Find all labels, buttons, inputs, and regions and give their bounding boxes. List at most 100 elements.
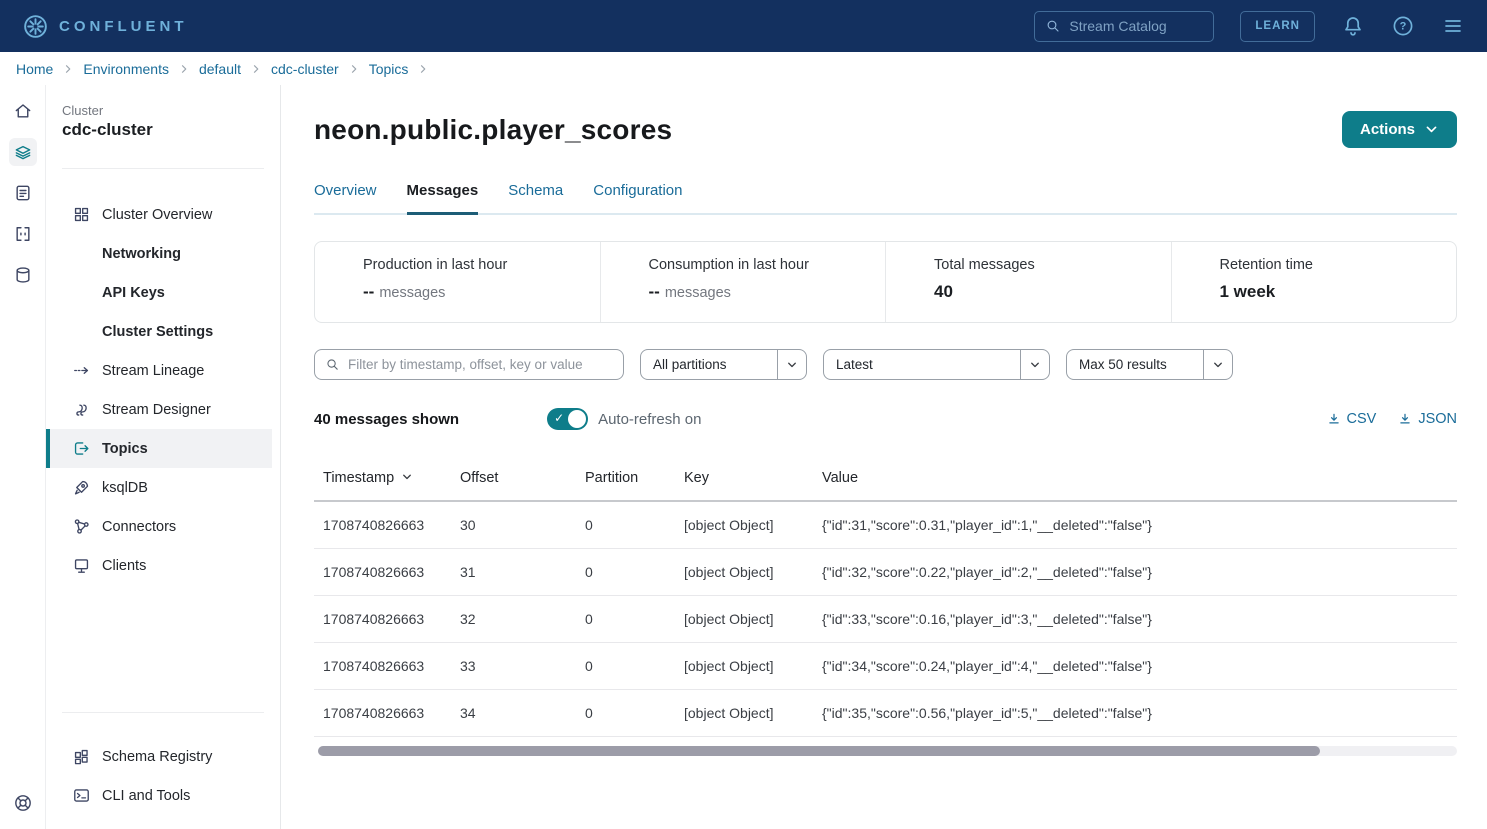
stat-value: --messages [649, 282, 876, 302]
learn-button[interactable]: LEARN [1240, 11, 1315, 42]
cell-timestamp: 1708740826663 [314, 642, 451, 689]
cell-value: {"id":34,"score":0.24,"player_id":4,"__d… [813, 642, 1457, 689]
table-row: 1708740826663300[object Object]{"id":31,… [314, 501, 1457, 548]
cell-value: {"id":31,"score":0.31,"player_id":1,"__d… [813, 501, 1457, 548]
column-header-timestamp[interactable]: Timestamp [314, 458, 451, 501]
tab-overview[interactable]: Overview [314, 182, 377, 215]
home-icon [13, 101, 33, 121]
check-icon: ✓ [554, 411, 564, 425]
horizontal-scrollbar-thumb[interactable] [318, 746, 1320, 756]
tab-schema[interactable]: Schema [508, 182, 563, 215]
sidebar-item-label: Cluster Overview [102, 207, 212, 223]
actions-button[interactable]: Actions [1342, 111, 1457, 148]
tab-configuration[interactable]: Configuration [593, 182, 682, 215]
message-filter-search[interactable] [314, 349, 624, 380]
sidebar-item-cluster-overview[interactable]: Cluster Overview [46, 195, 272, 234]
topic-tabs: Overview Messages Schema Configuration [314, 182, 1457, 215]
table-row: 1708740826663340[object Object]{"id":35,… [314, 689, 1457, 736]
rail-item-globe[interactable] [9, 789, 37, 817]
svg-text:?: ? [1400, 21, 1407, 33]
stat-label: Total messages [934, 257, 1161, 273]
breadcrumb: Home Environments default cdc-cluster Topics [0, 52, 1487, 85]
help-icon[interactable]: ? [1391, 14, 1415, 38]
stream-catalog-search[interactable] [1034, 11, 1214, 42]
environments-layers-icon [13, 142, 33, 162]
breadcrumb-link-home[interactable]: Home [16, 61, 53, 77]
breadcrumb-link-topics[interactable]: Topics [369, 61, 409, 77]
stat-value: --messages [363, 282, 590, 302]
sidebar-item-cli-and-tools[interactable]: CLI and Tools [46, 776, 272, 815]
column-header-key: Key [675, 458, 813, 501]
stream-catalog-input[interactable] [1069, 18, 1189, 34]
table-row: 1708740826663320[object Object]{"id":33,… [314, 595, 1457, 642]
connectors-icon [72, 517, 91, 536]
sidebar-item-ksqldb[interactable]: ksqlDB [46, 468, 272, 507]
rail-item-database[interactable] [9, 261, 37, 289]
horizontal-scrollbar-track[interactable] [318, 746, 1457, 756]
sidebar-item-networking[interactable]: Networking [46, 234, 272, 273]
sidebar-item-stream-lineage[interactable]: Stream Lineage [46, 351, 272, 390]
chevron-down-icon [1424, 122, 1439, 137]
sidebar-item-label: Stream Lineage [102, 363, 204, 379]
sidebar: Cluster cdc-cluster Cluster OverviewNetw… [46, 85, 281, 829]
column-header-value: Value [813, 458, 1457, 501]
sidebar-footer: Schema Registry CLI and Tools [46, 684, 280, 829]
offset-select[interactable]: Latest [823, 349, 1050, 380]
rail-item-document[interactable] [9, 179, 37, 207]
auto-refresh-toggle[interactable]: ✓ [547, 408, 588, 430]
breadcrumb-link-default[interactable]: default [199, 61, 241, 77]
cell-value: {"id":32,"score":0.22,"player_id":2,"__d… [813, 548, 1457, 595]
sidebar-item-connectors[interactable]: Connectors [46, 507, 272, 546]
rail-item-brackets[interactable] [9, 220, 37, 248]
tab-messages[interactable]: Messages [407, 182, 479, 215]
document-icon [13, 183, 33, 203]
chevron-down-icon [1212, 359, 1224, 371]
bell-icon[interactable] [1341, 14, 1365, 38]
download-json-link[interactable]: JSON [1398, 411, 1457, 427]
rail-item-home[interactable] [9, 97, 37, 125]
ksqldb-icon [72, 478, 91, 497]
cell-offset: 34 [451, 689, 576, 736]
breadcrumb-link-cdc-cluster[interactable]: cdc-cluster [271, 61, 339, 77]
sidebar-menu: Cluster Overview NetworkingAPI KeysCluste… [46, 195, 280, 585]
sidebar-item-cluster-settings[interactable]: Cluster Settings [46, 312, 272, 351]
cell-partition: 0 [576, 689, 675, 736]
cell-key: [object Object] [675, 548, 813, 595]
chevron-right-icon [417, 63, 429, 75]
chevron-down-icon [401, 471, 413, 483]
chevron-down-icon [1029, 359, 1041, 371]
cell-timestamp: 1708740826663 [314, 689, 451, 736]
clients-icon [72, 556, 91, 575]
rail-item-environments-layers[interactable] [9, 138, 37, 166]
stat-consumption-in-last-hour: Consumption in last hour--messages [600, 242, 886, 322]
hamburger-menu-icon[interactable] [1441, 14, 1465, 38]
sidebar-item-schema-registry[interactable]: Schema Registry [46, 737, 272, 776]
stat-total-messages: Total messages 40 [885, 242, 1171, 322]
chevron-right-icon [250, 63, 262, 75]
sidebar-divider [62, 168, 264, 169]
sidebar-item-label: ksqlDB [102, 480, 148, 496]
messages-toolbar: 40 messages shown ✓ Auto-refresh on CSV … [314, 408, 1457, 430]
breadcrumb-link-environments[interactable]: Environments [83, 61, 169, 77]
stat-suffix: messages [665, 285, 731, 301]
sidebar-footer-divider [62, 712, 264, 713]
sidebar-item-topics[interactable]: Topics [46, 429, 272, 468]
sidebar-item-clients[interactable]: Clients [46, 546, 272, 585]
limit-select[interactable]: Max 50 results [1066, 349, 1233, 380]
sidebar-item-label: Schema Registry [102, 749, 212, 765]
message-filter-input[interactable] [348, 357, 613, 372]
partition-select[interactable]: All partitions [640, 349, 807, 380]
sidebar-item-api-keys[interactable]: API Keys [46, 273, 272, 312]
cell-timestamp: 1708740826663 [314, 595, 451, 642]
database-icon [13, 265, 33, 285]
download-icon [1398, 412, 1412, 426]
cell-timestamp: 1708740826663 [314, 501, 451, 548]
download-csv-link[interactable]: CSV [1327, 411, 1377, 427]
confluent-logo[interactable]: CONFLUENT [22, 13, 188, 40]
cell-key: [object Object] [675, 501, 813, 548]
cell-offset: 32 [451, 595, 576, 642]
stat-value: 40 [934, 282, 1161, 302]
messages-table: TimestampOffsetPartitionKeyValue 1708740… [314, 458, 1457, 737]
sidebar-item-stream-designer[interactable]: Stream Designer [46, 390, 272, 429]
download-icon [1327, 412, 1341, 426]
